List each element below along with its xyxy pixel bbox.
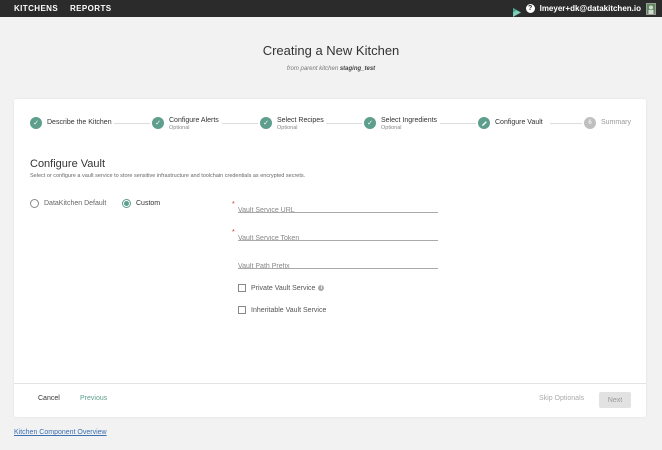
step-number: 6 xyxy=(584,117,596,129)
kitchen-component-overview-link[interactable]: Kitchen Component Overview xyxy=(14,429,107,436)
step-connector xyxy=(114,123,150,124)
checkbox-label: Private Vault Service xyxy=(251,284,316,292)
required-mark: * xyxy=(232,229,235,236)
inheritable-vault-checkbox[interactable] xyxy=(238,306,246,314)
step-summary[interactable]: 6 Summary xyxy=(584,117,631,129)
cancel-button[interactable]: Cancel xyxy=(38,395,60,402)
next-button[interactable]: Next xyxy=(599,392,631,408)
step-configure-vault[interactable]: Configure Vault xyxy=(478,117,543,129)
nav-reports[interactable]: REPORTS xyxy=(70,4,111,13)
radio-button[interactable] xyxy=(122,199,131,208)
step-configure-alerts[interactable]: ✓ Configure Alerts Optional xyxy=(152,117,219,132)
step-sublabel: Optional xyxy=(277,125,298,131)
inheritable-vault-checkbox-row[interactable]: Inheritable Vault Service xyxy=(238,306,326,314)
parent-kitchen-name: staging_test xyxy=(339,66,376,72)
step-label: Configure Vault xyxy=(495,119,543,126)
pencil-icon xyxy=(478,117,490,129)
radio-button[interactable] xyxy=(30,199,39,208)
radio-label: DataKitchen Default xyxy=(44,200,107,207)
vault-url-input[interactable] xyxy=(238,204,438,217)
section-title: Configure Vault xyxy=(30,158,106,170)
page-subtitle: from parent kitchen staging_test xyxy=(0,66,662,72)
skip-optionals-button[interactable]: Skip Optionals xyxy=(539,395,584,402)
check-icon: ✓ xyxy=(152,117,164,129)
section-description: Select or configure a vault service to s… xyxy=(30,173,306,179)
info-icon[interactable]: i xyxy=(318,285,325,291)
avatar[interactable] xyxy=(646,2,656,15)
step-sublabel: Optional xyxy=(169,125,190,131)
step-label: Select Recipes xyxy=(277,117,324,124)
step-sublabel: Optional xyxy=(381,125,402,131)
user-email[interactable]: lmeyer+dk@datakitchen.io xyxy=(540,4,641,13)
vault-prefix-input[interactable] xyxy=(238,260,438,273)
subtitle-prefix: from parent kitchen xyxy=(286,66,339,72)
nav-kitchens[interactable]: KITCHENS xyxy=(14,4,58,13)
step-connector xyxy=(550,123,582,124)
top-nav-bar: KITCHENS REPORTS ? lmeyer+dk@datakitchen… xyxy=(0,0,662,17)
vault-url-field[interactable] xyxy=(238,199,438,217)
step-select-recipes[interactable]: ✓ Select Recipes Optional xyxy=(260,117,324,132)
page-title: Creating a New Kitchen xyxy=(262,43,400,58)
check-icon: ✓ xyxy=(260,117,272,129)
help-icon[interactable]: ? xyxy=(525,4,535,13)
step-select-ingredients[interactable]: ✓ Select Ingredients Optional xyxy=(364,117,437,132)
check-icon: ✓ xyxy=(30,117,42,129)
wizard-footer: Cancel Previous Skip Optionals Next xyxy=(14,383,646,417)
radio-custom[interactable]: Custom xyxy=(122,199,160,208)
step-connector xyxy=(440,123,476,124)
required-mark: * xyxy=(232,201,235,208)
step-connector xyxy=(326,123,362,124)
datakitchen-logo-icon[interactable] xyxy=(512,4,521,17)
radio-datakitchen-default[interactable]: DataKitchen Default xyxy=(30,199,106,208)
wizard-card: ✓ Describe the Kitchen ✓ Configure Alert… xyxy=(14,99,646,417)
radio-label: Custom xyxy=(136,200,161,207)
step-connector xyxy=(222,123,258,124)
vault-token-input[interactable] xyxy=(238,232,438,245)
vault-token-field[interactable] xyxy=(238,227,438,245)
checkbox-label: Inheritable Vault Service xyxy=(251,306,327,314)
step-describe-kitchen[interactable]: ✓ Describe the Kitchen xyxy=(30,117,112,129)
check-icon: ✓ xyxy=(364,117,376,129)
step-label: Describe the Kitchen xyxy=(47,119,112,126)
step-label: Select Ingredients xyxy=(381,117,438,124)
previous-button[interactable]: Previous xyxy=(80,395,107,402)
vault-prefix-field[interactable] xyxy=(238,255,438,273)
private-vault-checkbox[interactable] xyxy=(238,284,246,292)
top-right-controls: ? lmeyer+dk@datakitchen.io xyxy=(512,0,656,17)
step-label: Configure Alerts xyxy=(169,117,219,124)
private-vault-checkbox-row[interactable]: Private Vault Service i xyxy=(238,284,325,292)
step-label: Summary xyxy=(601,119,631,126)
